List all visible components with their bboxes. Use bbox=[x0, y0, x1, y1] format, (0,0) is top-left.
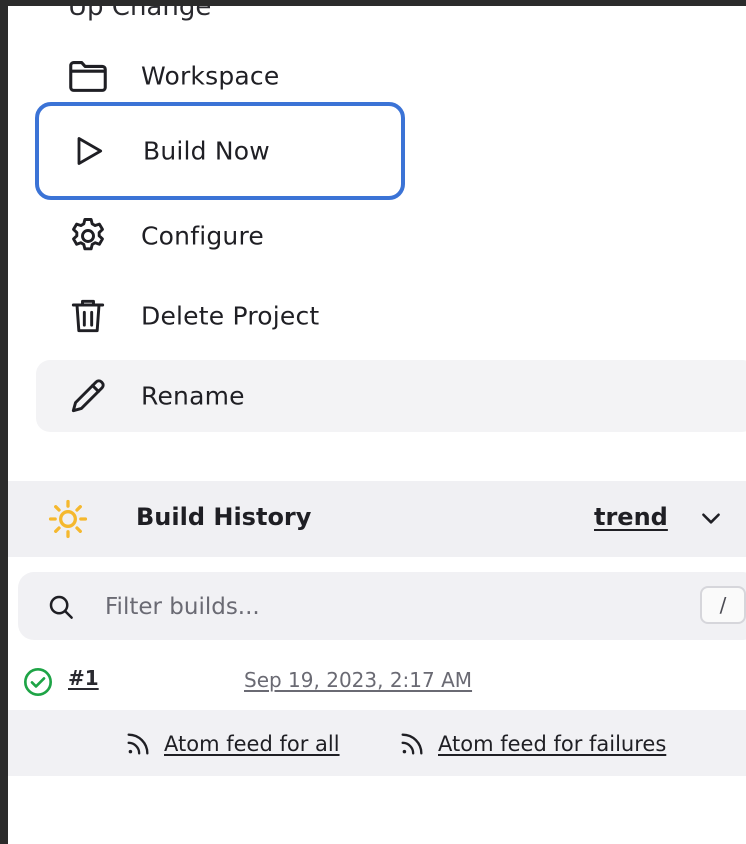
sidebar-item-label: Delete Project bbox=[141, 301, 320, 331]
success-check-icon bbox=[24, 668, 52, 696]
trend-link[interactable]: trend bbox=[594, 503, 668, 531]
folder-icon bbox=[64, 52, 112, 100]
sidebar-item-build-now[interactable]: Build Now bbox=[35, 102, 405, 200]
sidebar-item-rename[interactable]: Rename bbox=[36, 360, 746, 432]
jenkins-job-panel: Up Change Workspace Build Now Configure bbox=[8, 6, 746, 844]
build-number-link[interactable]: #1 bbox=[68, 666, 99, 690]
keyboard-shortcut-badge: / bbox=[700, 586, 746, 624]
filter-builds-box: / bbox=[18, 572, 746, 640]
table-row: #1 Sep 19, 2023, 2:17 AM bbox=[8, 652, 746, 710]
rss-icon bbox=[127, 733, 149, 755]
atom-feeds-bar: Atom feed for all Atom feed for failures bbox=[8, 710, 746, 776]
gear-icon bbox=[64, 212, 112, 260]
build-history-title: Build History bbox=[136, 503, 312, 531]
atom-feed-failures-label: Atom feed for failures bbox=[438, 732, 667, 756]
filter-builds-input[interactable] bbox=[103, 586, 667, 628]
sun-icon bbox=[48, 499, 88, 539]
sidebar-item-delete-project[interactable]: Delete Project bbox=[36, 280, 406, 352]
rss-icon bbox=[401, 733, 423, 755]
search-icon bbox=[49, 595, 73, 619]
partial-top-item: Up Change bbox=[68, 6, 212, 22]
sidebar-item-label: Configure bbox=[141, 221, 264, 251]
atom-feed-all-label: Atom feed for all bbox=[164, 732, 340, 756]
chevron-down-icon[interactable] bbox=[698, 505, 724, 531]
sidebar-item-label: Workspace bbox=[141, 61, 280, 91]
atom-feed-failures-link[interactable]: Atom feed for failures bbox=[398, 730, 666, 758]
build-history-header: Build History trend bbox=[8, 481, 746, 557]
pencil-icon bbox=[64, 372, 112, 420]
play-icon bbox=[65, 127, 113, 175]
build-date-link[interactable]: Sep 19, 2023, 2:17 AM bbox=[244, 668, 472, 692]
sidebar-item-configure[interactable]: Configure bbox=[36, 200, 406, 272]
sidebar-item-label: Rename bbox=[141, 381, 245, 411]
atom-feed-all-link[interactable]: Atom feed for all bbox=[124, 730, 340, 758]
sidebar-item-label: Build Now bbox=[143, 136, 270, 166]
trash-icon bbox=[64, 292, 112, 340]
